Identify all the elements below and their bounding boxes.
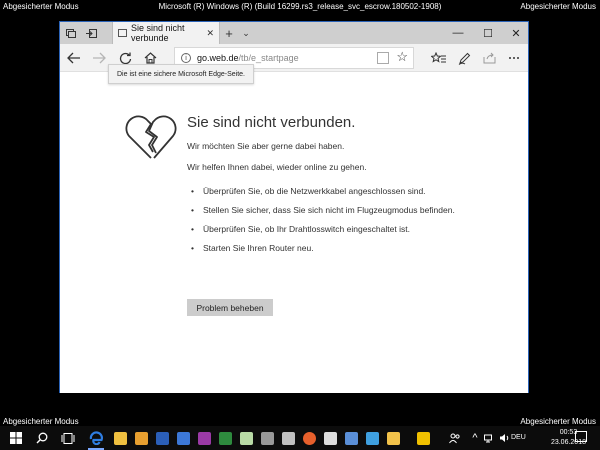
tab-list-chevron-icon[interactable]: ⌄ — [238, 22, 254, 44]
broken-heart-icon — [125, 115, 177, 159]
intro-text: Wir möchten Sie aber gerne dabei haben. — [187, 141, 345, 151]
new-tab-button[interactable]: + — [221, 22, 237, 44]
back-button[interactable] — [63, 47, 85, 69]
set-aside-tabs-icon[interactable] — [82, 22, 100, 44]
app-icon[interactable] — [341, 428, 361, 448]
list-item: Überprüfen Sie, ob Ihr Drahtlosswitch ei… — [191, 222, 461, 236]
forward-button[interactable] — [88, 47, 110, 69]
safe-mode-label-bottom-left: Abgesicherter Modus — [3, 417, 79, 426]
media-icon[interactable] — [257, 428, 277, 448]
word-doc-icon[interactable] — [173, 428, 193, 448]
share-icon[interactable] — [478, 47, 500, 69]
people-icon[interactable] — [445, 428, 465, 448]
tab-close-icon[interactable]: ✕ — [206, 28, 214, 39]
list-item: Starten Sie Ihren Router neu. — [191, 241, 461, 255]
camera-icon[interactable] — [320, 428, 340, 448]
build-info: Microsoft (R) Windows (R) (Build 16299.r… — [158, 2, 442, 11]
more-menu-icon[interactable] — [503, 47, 525, 69]
app-icon[interactable] — [236, 428, 256, 448]
action-center-icon[interactable] — [575, 431, 587, 442]
search-tool-icon[interactable] — [413, 428, 433, 448]
close-button[interactable]: ✕ — [502, 22, 530, 44]
favorite-star-icon[interactable]: ☆ — [396, 49, 408, 65]
app-icon[interactable] — [278, 428, 298, 448]
tab-active[interactable]: Sie sind nicht verbunde ✕ — [112, 22, 220, 44]
taskbar: ^ DEU 00:53 23.06.2018 — [0, 426, 600, 450]
list-item: Stellen Sie sicher, dass Sie sich nicht … — [191, 203, 461, 217]
file-explorer-icon[interactable] — [110, 428, 130, 448]
help-text: Wir helfen Ihnen dabei, wieder online zu… — [187, 162, 367, 172]
start-windows-icon[interactable] — [6, 428, 26, 448]
page-title: Sie sind nicht verbunden. — [187, 114, 356, 131]
maximize-button[interactable]: ☐ — [474, 22, 502, 44]
address-path: /tb/e_startpage — [238, 53, 299, 63]
troubleshoot-button[interactable]: Problem beheben — [187, 299, 273, 316]
tab-preview-icon[interactable] — [62, 22, 80, 44]
excel-icon[interactable] — [215, 428, 235, 448]
page-icon — [118, 29, 127, 37]
safe-mode-label-bottom-right: Abgesicherter Modus — [520, 417, 596, 426]
address-host: go.web.de — [197, 53, 239, 63]
page-content: Sie sind nicht verbunden. Wir möchten Si… — [60, 73, 528, 393]
app-icon[interactable] — [362, 428, 382, 448]
security-tooltip: Die ist eine sichere Microsoft Edge-Seit… — [108, 64, 254, 84]
reading-view-icon[interactable] — [377, 52, 389, 64]
word-icon[interactable] — [152, 428, 172, 448]
troubleshooting-list: Überprüfen Sie, ob die Netzwerkkabel ang… — [191, 184, 461, 255]
title-bar: Sie sind nicht verbunde ✕ + ⌄ — ☐ ✕ — [60, 22, 528, 44]
list-item: Überprüfen Sie, ob die Netzwerkkabel ang… — [191, 184, 461, 198]
app-icon[interactable] — [131, 428, 151, 448]
edge-taskbar-icon[interactable] — [86, 428, 106, 450]
onenote-icon[interactable] — [194, 428, 214, 448]
favorites-hub-icon[interactable] — [428, 47, 450, 69]
site-info-icon[interactable]: i — [181, 53, 191, 63]
task-view-icon[interactable] — [58, 428, 78, 448]
notes-pen-icon[interactable] — [453, 47, 475, 69]
mail-icon[interactable] — [383, 428, 403, 448]
minimize-button[interactable]: — — [444, 22, 472, 44]
firefox-icon[interactable] — [299, 428, 319, 448]
search-icon[interactable] — [32, 428, 52, 448]
language-indicator[interactable]: DEU — [511, 434, 526, 441]
